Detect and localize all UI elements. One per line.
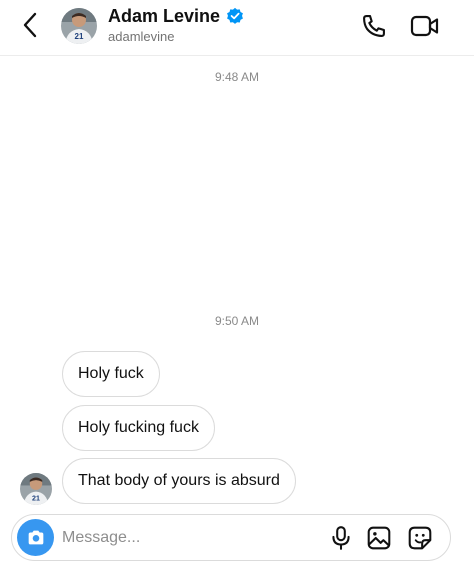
sticker-icon: [408, 526, 432, 550]
audio-call-button[interactable]: [360, 12, 388, 40]
message-input[interactable]: [62, 527, 312, 549]
camera-button[interactable]: [17, 519, 54, 556]
voice-message-button[interactable]: [328, 525, 354, 551]
message-bubble[interactable]: Holy fuck: [62, 351, 160, 397]
jersey-number: 21: [75, 32, 84, 41]
contact-username: adamlevine: [108, 29, 175, 44]
title-block[interactable]: Adam Levine adamlevine: [108, 5, 244, 45]
video-call-button[interactable]: [410, 13, 440, 39]
message-bubble[interactable]: Holy fucking fuck: [62, 405, 215, 451]
chat-header: 21 Adam Levine adamlevine: [0, 0, 474, 56]
sender-avatar[interactable]: 21: [20, 473, 52, 505]
gallery-icon: [367, 526, 391, 550]
contact-name: Adam Levine: [108, 6, 221, 26]
header-avatar[interactable]: 21: [61, 8, 97, 44]
camera-icon: [28, 530, 43, 544]
microphone-icon: [332, 526, 350, 550]
gallery-button[interactable]: [366, 525, 392, 551]
phone-icon: [363, 15, 385, 37]
video-camera-icon: [410, 15, 439, 37]
timestamp: 9:50 AM: [214, 314, 260, 328]
jersey-number: 21: [32, 495, 40, 503]
message-bubble[interactable]: That body of yours is absurd: [62, 458, 296, 504]
chevron-left-icon: [23, 12, 37, 38]
message-composer: [11, 514, 451, 561]
verified-badge-icon: [227, 7, 243, 24]
back-button[interactable]: [16, 10, 44, 40]
sticker-button[interactable]: [407, 525, 433, 551]
timestamp: 9:48 AM: [214, 70, 260, 84]
